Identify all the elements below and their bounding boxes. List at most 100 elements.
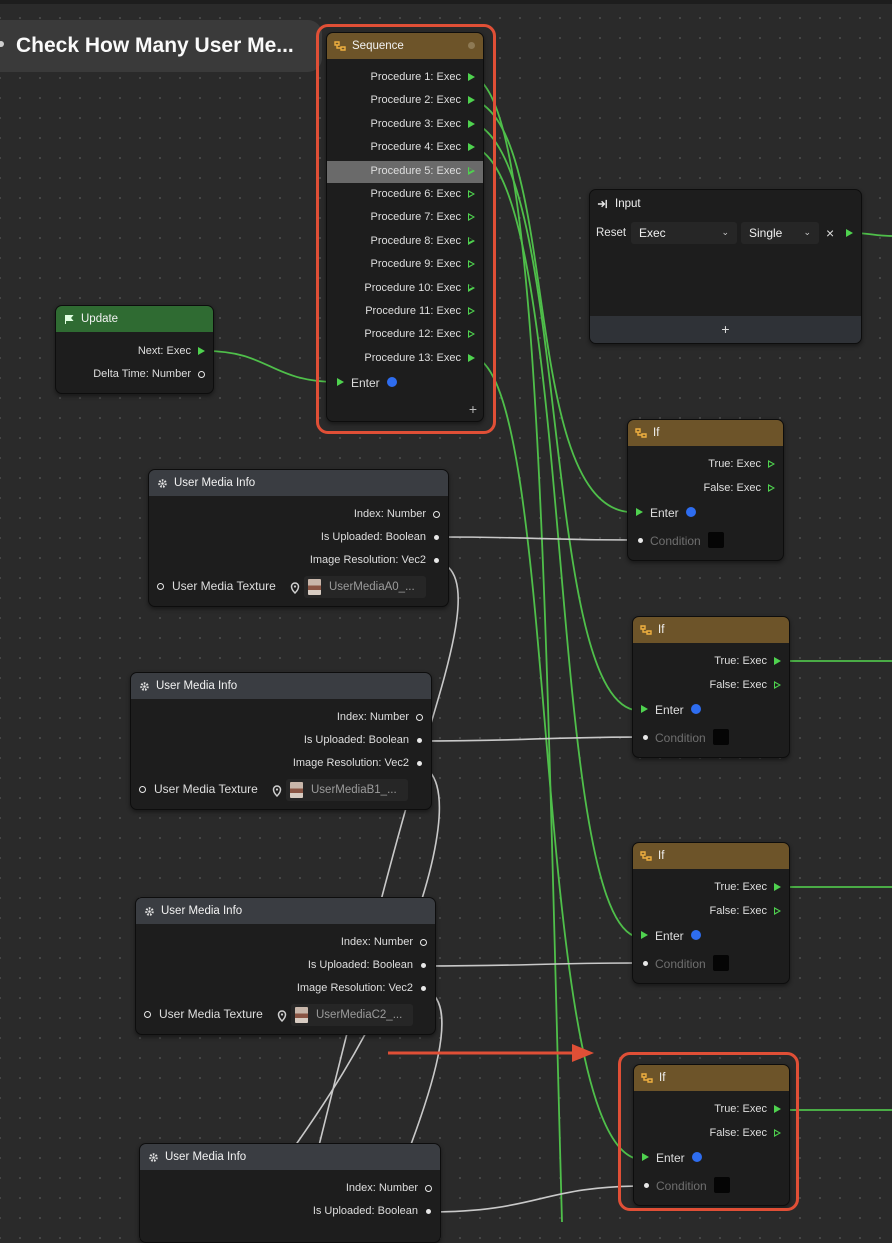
condition-pin[interactable] — [644, 1183, 649, 1188]
input-exec-pin[interactable] — [846, 229, 853, 237]
add-input-button[interactable]: + — [721, 321, 729, 337]
condition-checkbox[interactable] — [713, 955, 729, 971]
update-next-pin[interactable] — [198, 347, 205, 355]
sequence-node-header[interactable]: Sequence — [327, 33, 483, 59]
procedure-exec-pin[interactable] — [468, 353, 475, 362]
if-node[interactable]: If True: Exec False: Exec Enter Conditio… — [632, 842, 790, 984]
add-input-bar[interactable]: + — [590, 316, 861, 343]
texture-pin[interactable] — [139, 786, 146, 793]
exec-type-dropdown[interactable]: Exec ⌄ — [631, 222, 737, 244]
sequence-procedure-row[interactable]: Procedure 13: Exec — [327, 348, 483, 370]
true-exec-pin[interactable] — [774, 1105, 781, 1113]
resolution-pin[interactable] — [434, 558, 439, 563]
procedure-exec-pin[interactable] — [468, 213, 475, 222]
condition-pin[interactable] — [643, 961, 648, 966]
procedure-exec-pin[interactable] — [468, 260, 475, 269]
procedure-exec-pin[interactable] — [468, 143, 475, 152]
update-node-header[interactable]: Update — [56, 306, 213, 332]
locate-icon[interactable] — [277, 1010, 287, 1022]
user-media-info-header[interactable]: User Media Info — [149, 470, 448, 496]
index-pin[interactable] — [433, 511, 440, 518]
uploaded-pin[interactable] — [426, 1209, 431, 1214]
true-exec-pin[interactable] — [774, 657, 781, 665]
texture-field[interactable]: UserMediaB1_... — [286, 779, 408, 801]
condition-pin[interactable] — [643, 735, 648, 740]
if-node[interactable]: If True: Exec False: Exec Enter Conditio… — [627, 419, 784, 561]
sequence-procedure-row[interactable]: Procedure 7: Exec — [327, 207, 483, 229]
procedure-exec-pin[interactable] — [468, 330, 475, 339]
user-media-info-header[interactable]: User Media Info — [136, 898, 435, 924]
uploaded-pin[interactable] — [421, 963, 426, 968]
sequence-procedure-row[interactable]: Procedure 12: Exec — [327, 324, 483, 346]
texture-field[interactable]: UserMediaA0_... — [304, 576, 426, 598]
if-node-header[interactable]: If — [628, 420, 783, 446]
if-enter-pin[interactable] — [636, 508, 643, 516]
false-exec-pin[interactable] — [768, 484, 775, 492]
add-procedure-button[interactable]: + — [469, 401, 477, 417]
procedure-exec-pin[interactable] — [468, 307, 475, 315]
if-enter-value-pin[interactable] — [691, 704, 701, 714]
texture-pin[interactable] — [144, 1011, 151, 1018]
sequence-procedure-row[interactable]: Procedure 3: Exec — [327, 114, 483, 136]
if-enter-value-pin[interactable] — [691, 930, 701, 940]
enter-value-pin[interactable] — [387, 377, 397, 387]
index-pin[interactable] — [420, 939, 427, 946]
procedure-exec-pin[interactable] — [468, 119, 475, 128]
back-chevron-icon[interactable] — [0, 41, 4, 47]
texture-pin[interactable] — [157, 583, 164, 590]
true-exec-pin[interactable] — [774, 883, 781, 891]
input-node[interactable]: Input Reset Exec ⌄ Single ⌄ × + — [589, 189, 862, 344]
condition-checkbox[interactable] — [708, 532, 724, 548]
sequence-procedure-row[interactable]: Procedure 4: Exec — [327, 137, 483, 159]
delta-time-pin[interactable] — [198, 371, 205, 378]
resolution-pin[interactable] — [417, 761, 422, 766]
graph-title-bar[interactable]: Check How Many User Me... — [0, 20, 322, 72]
if-node-header[interactable]: If — [633, 843, 789, 869]
uploaded-pin[interactable] — [434, 535, 439, 540]
user-media-info-node[interactable]: User Media Info Index: Number Is Uploade… — [139, 1143, 441, 1243]
procedure-exec-pin[interactable] — [468, 166, 475, 175]
false-exec-pin[interactable] — [774, 1129, 781, 1137]
locate-icon[interactable] — [272, 785, 282, 797]
locate-icon[interactable] — [290, 582, 300, 594]
procedure-exec-pin[interactable] — [468, 190, 475, 198]
if-node-header[interactable]: If — [633, 617, 789, 643]
true-exec-pin[interactable] — [768, 460, 775, 468]
input-node-header[interactable]: Input — [590, 190, 861, 218]
sequence-procedure-row[interactable]: Procedure 1: Exec — [327, 67, 483, 89]
sequence-procedure-row[interactable]: Procedure 2: Exec — [327, 90, 483, 112]
procedure-exec-pin[interactable] — [468, 283, 475, 292]
condition-checkbox[interactable] — [713, 729, 729, 745]
sequence-procedure-row[interactable]: Procedure 6: Exec — [327, 184, 483, 206]
user-media-info-header[interactable]: User Media Info — [131, 673, 431, 699]
procedure-exec-pin[interactable] — [468, 96, 475, 105]
condition-checkbox[interactable] — [714, 1177, 730, 1193]
texture-field[interactable]: UserMediaC2_... — [291, 1004, 413, 1026]
index-pin[interactable] — [425, 1185, 432, 1192]
if-enter-value-pin[interactable] — [692, 1152, 702, 1162]
if-node[interactable]: If True: Exec False: Exec Enter Conditio… — [632, 616, 790, 758]
if-node[interactable]: If True: Exec False: Exec Enter Conditio… — [633, 1064, 790, 1206]
index-pin[interactable] — [416, 714, 423, 721]
info-icon[interactable] — [468, 42, 475, 49]
user-media-info-node[interactable]: User Media Info Index: Number Is Uploade… — [135, 897, 436, 1035]
user-media-info-node[interactable]: User Media Info Index: Number Is Uploade… — [148, 469, 449, 607]
resolution-pin[interactable] — [421, 986, 426, 991]
if-enter-pin[interactable] — [642, 1153, 649, 1161]
procedure-exec-pin[interactable] — [468, 236, 475, 245]
uploaded-pin[interactable] — [417, 738, 422, 743]
enter-exec-pin[interactable] — [337, 378, 344, 386]
update-node[interactable]: Update Next: Exec Delta Time: Number — [55, 305, 214, 394]
procedure-exec-pin[interactable] — [468, 73, 475, 81]
false-exec-pin[interactable] — [774, 907, 781, 915]
sequence-procedure-row[interactable]: Procedure 10: Exec — [327, 278, 483, 300]
sequence-procedure-row[interactable]: Procedure 11: Exec — [327, 301, 483, 323]
false-exec-pin[interactable] — [774, 681, 781, 689]
user-media-info-header[interactable]: User Media Info — [140, 1144, 440, 1170]
if-enter-value-pin[interactable] — [686, 507, 696, 517]
mode-dropdown[interactable]: Single ⌄ — [741, 222, 819, 244]
condition-pin[interactable] — [638, 538, 643, 543]
if-enter-pin[interactable] — [641, 931, 648, 939]
if-node-header[interactable]: If — [634, 1065, 789, 1091]
if-enter-pin[interactable] — [641, 705, 648, 713]
